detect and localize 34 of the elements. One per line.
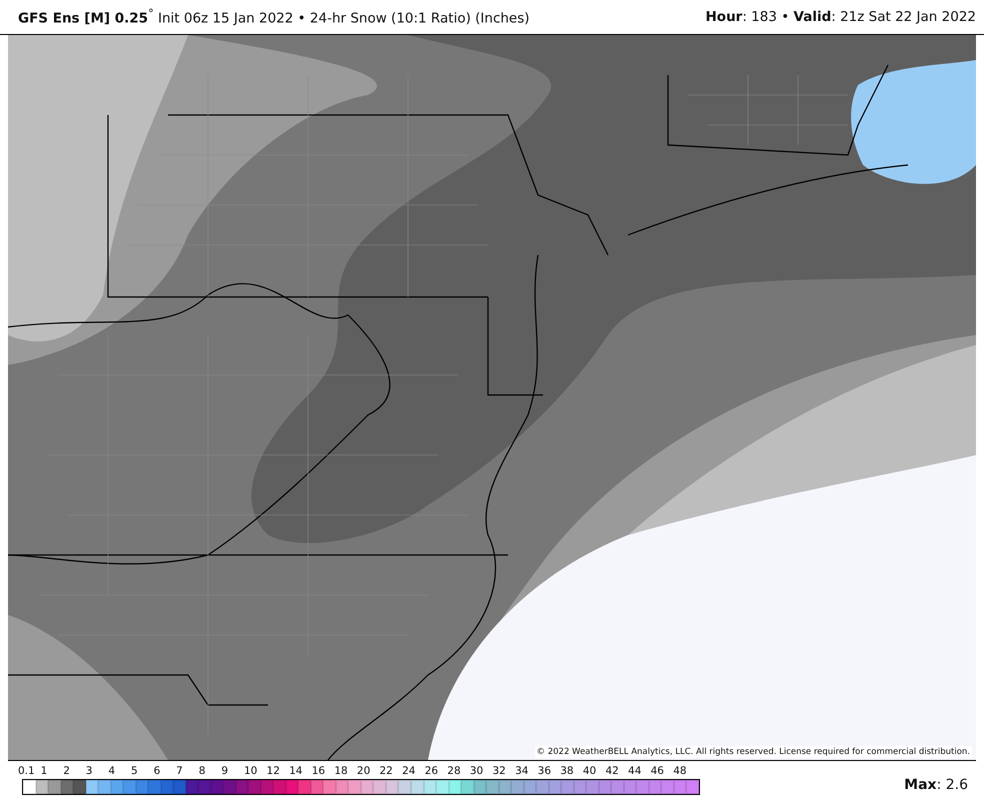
- copyright-notice: © 2022 WeatherBELL Analytics, LLC. All rights reserved. License required for commercial distribution.: [534, 746, 972, 758]
- legend-tick-label: 5: [130, 765, 139, 779]
- legend-tick-label: 3: [86, 765, 94, 779]
- legend-tick-label: 42: [605, 765, 620, 779]
- legend-tick-label: 46: [650, 765, 665, 779]
- legend-tick-label: 4: [108, 765, 116, 779]
- legend-tick-label: 7: [176, 765, 184, 779]
- legend-tick-label: 24: [402, 765, 416, 779]
- map-title: GFS Ens [M] 0.25$^{°}$ Init 06z 15 Jan 2022 • 24-hr Snow (10:1 Ratio) (Inches): [18, 7, 530, 27]
- legend-tick-label: 9: [221, 765, 230, 779]
- legend-tick-label: 28: [447, 765, 462, 779]
- legend-tick-label: 30: [470, 765, 484, 779]
- legend-tick-label: 44: [628, 765, 642, 779]
- valid-time: Hour: 183 • Valid: 21z Sat 22 Jan 2022: [706, 9, 976, 25]
- legend-tick-label: 22: [380, 765, 394, 779]
- legend-tick-label: 8: [198, 765, 206, 779]
- legend-tick-label: 26: [424, 765, 440, 779]
- legend-tick-label: 16: [312, 765, 326, 779]
- legend-tick-label: 34: [515, 765, 530, 779]
- legend-tick-label: 38: [560, 765, 575, 779]
- legend-tick-label: 18: [334, 765, 349, 779]
- legend-tick-label: 14: [289, 765, 304, 779]
- max-value: Max: 2.6: [904, 777, 968, 793]
- legend-tick-label: 36: [538, 765, 552, 779]
- legend-tick-label: 10: [244, 765, 258, 779]
- legend-tick-label: 1: [40, 765, 48, 779]
- legend-tick-label: 32: [492, 765, 507, 779]
- legend-tick-label: 6: [154, 765, 162, 779]
- legend-tick-label: 20: [356, 765, 372, 779]
- legend-tick-label: 2: [63, 765, 71, 779]
- legend-tick-label: 40: [582, 765, 598, 779]
- legend-tick-label: 0.1: [18, 765, 36, 779]
- legend-tick-label: 48: [673, 765, 688, 779]
- legend-tick-label: 12: [266, 765, 281, 779]
